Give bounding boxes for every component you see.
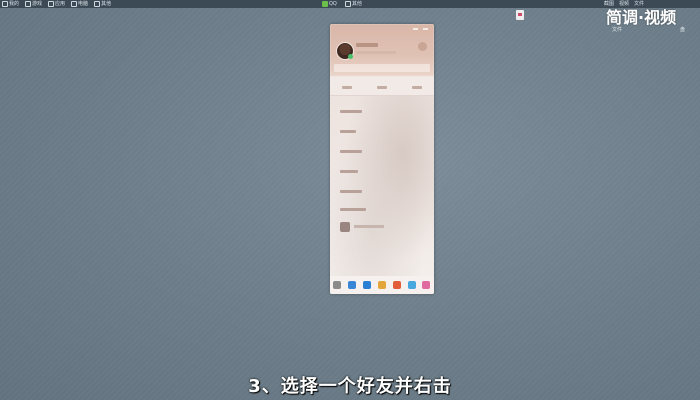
taskbar-item-other[interactable]: 其他 xyxy=(94,0,111,8)
watermark-logo: 简调·视频 xyxy=(606,8,677,27)
friend-name[interactable] xyxy=(354,225,384,228)
tab-messages[interactable] xyxy=(342,85,353,89)
taskbar-item-computer[interactable]: 电脑 xyxy=(71,0,88,8)
taskbar-item-games[interactable]: 游戏 xyxy=(25,0,42,8)
minimize-icon[interactable] xyxy=(413,28,418,30)
contact-list xyxy=(330,96,434,292)
friend-avatar[interactable] xyxy=(340,222,350,232)
online-status-icon[interactable] xyxy=(348,54,353,59)
watermark-sub-left: 文件 xyxy=(612,27,623,33)
mail-icon[interactable] xyxy=(377,281,386,289)
list-item[interactable] xyxy=(340,190,362,193)
taskbar-mid-group: QQ 其他 xyxy=(322,0,362,8)
taskbar-item-label: 游戏 xyxy=(32,1,43,7)
tab-contacts[interactable] xyxy=(376,85,387,89)
document-icon xyxy=(2,1,8,7)
list-item[interactable] xyxy=(340,208,366,211)
taskbar-item-my[interactable]: 我的 xyxy=(2,0,19,8)
menu-icon[interactable] xyxy=(333,281,342,289)
weather-icon[interactable] xyxy=(418,42,427,51)
taskbar-item-label: QQ xyxy=(329,1,337,7)
list-item[interactable] xyxy=(340,150,362,153)
taskbar-item-label: 应用 xyxy=(55,1,66,7)
list-item[interactable] xyxy=(340,130,356,133)
taskbar-item-label: 我的 xyxy=(9,1,20,7)
top-taskbar: 我的 游戏 应用 电脑 其他 QQ 其他 截图 视频 文件 xyxy=(0,0,700,8)
taskbar-item-label: 其他 xyxy=(351,1,362,7)
download-icon xyxy=(71,1,78,7)
desktop-shortcut-icon[interactable] xyxy=(516,10,524,20)
taskbar-item-penguin[interactable]: 其他 xyxy=(344,0,362,8)
contacts-icon[interactable] xyxy=(348,281,357,289)
subtitle-caption: 3、选择一个好友并右击 xyxy=(248,376,452,397)
taskbar-item-apps[interactable]: 应用 xyxy=(48,0,65,8)
taskbar-left-group: 我的 游戏 应用 电脑 其他 xyxy=(2,0,111,8)
qq-tabs xyxy=(330,79,434,96)
taskbar-item-label: 电脑 xyxy=(78,1,89,7)
app-icon xyxy=(48,1,55,7)
qq-main-panel[interactable] xyxy=(330,24,434,294)
window-controls xyxy=(413,28,428,30)
taskbar-item-label: 其他 xyxy=(101,1,112,7)
list-item[interactable] xyxy=(340,170,358,173)
folder-icon xyxy=(25,1,32,7)
list-item[interactable] xyxy=(340,110,362,113)
app-manager-icon[interactable] xyxy=(422,281,431,289)
game-icon[interactable] xyxy=(392,281,401,289)
qq-bottom-toolbar xyxy=(330,276,434,294)
watermark-sub-right: 盘 xyxy=(680,27,686,33)
gear-icon xyxy=(94,1,101,7)
tab-space[interactable] xyxy=(411,85,422,89)
watermark-sub: 文件 盘 xyxy=(612,26,685,33)
penguin-icon xyxy=(344,1,351,7)
qq-icon xyxy=(322,1,328,7)
weather-icon[interactable] xyxy=(407,281,416,289)
file-icon[interactable] xyxy=(363,281,372,289)
taskbar-item-qq[interactable]: QQ xyxy=(322,0,337,8)
signature-blurred[interactable] xyxy=(356,51,396,54)
close-icon[interactable] xyxy=(423,28,428,30)
nickname-blurred[interactable] xyxy=(356,43,378,47)
search-input[interactable] xyxy=(334,64,430,72)
